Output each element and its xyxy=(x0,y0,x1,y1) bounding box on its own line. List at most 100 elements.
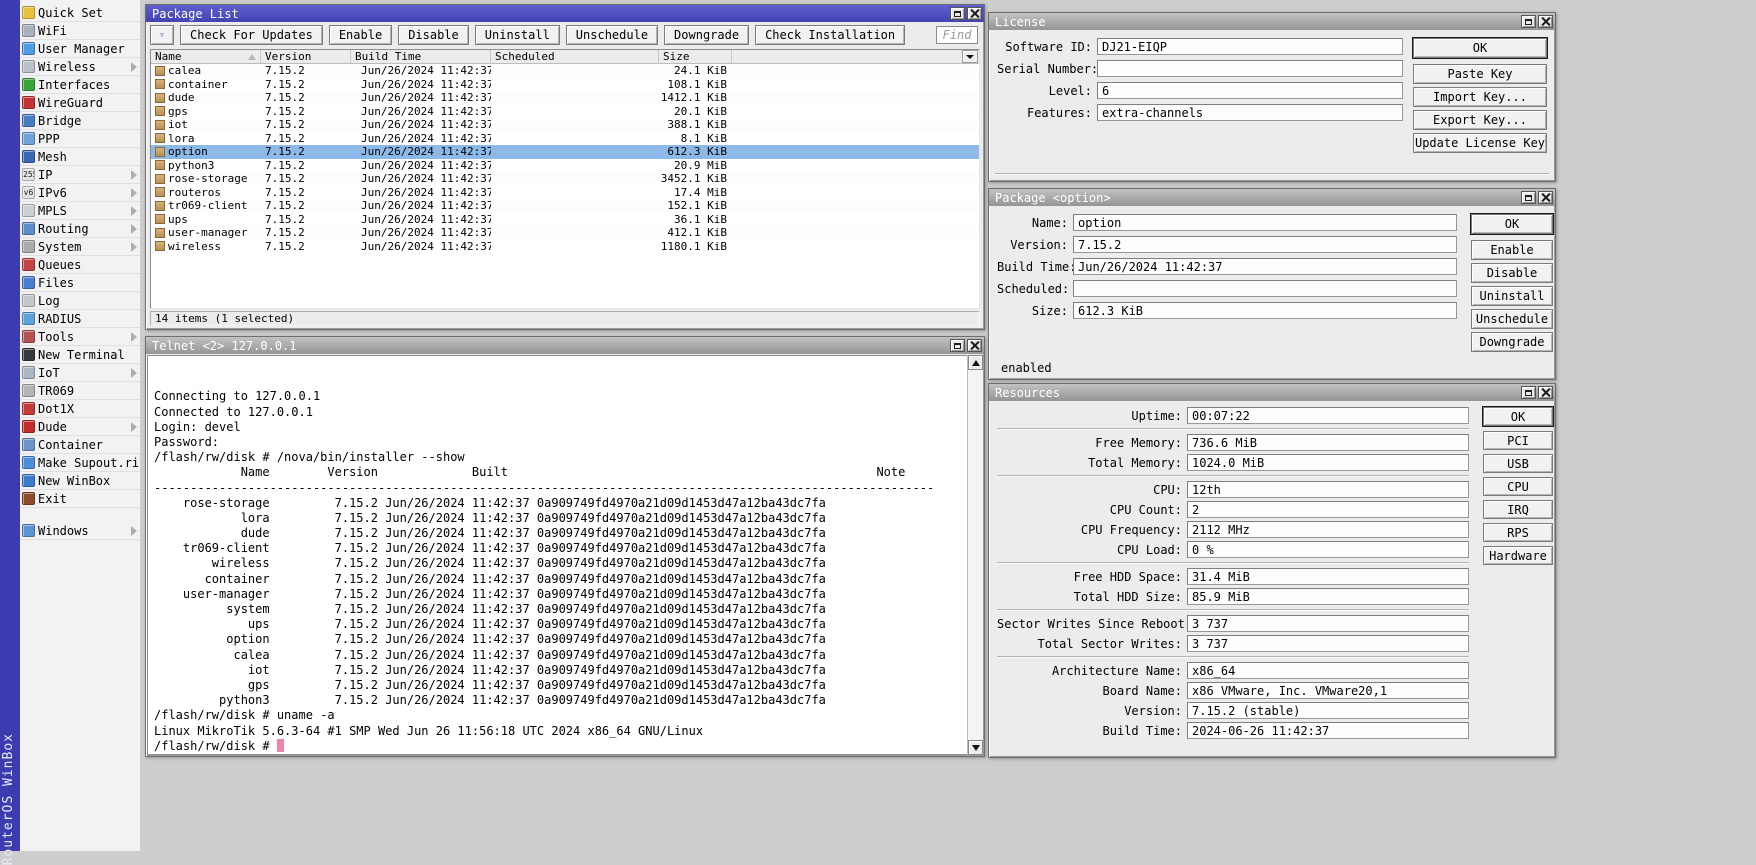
sidebar-item-user-manager[interactable]: User Manager xyxy=(20,40,140,58)
sidebar-item-container[interactable]: Container xyxy=(20,436,140,454)
unschedule-button[interactable]: Unschedule xyxy=(1471,309,1553,329)
check-installation-button[interactable]: Check Installation xyxy=(755,25,905,45)
sidebar-item-ip[interactable]: 255IP xyxy=(20,166,140,184)
sidebar-item-bridge[interactable]: Bridge xyxy=(20,112,140,130)
total-hdd-size-input[interactable]: 85.9 MiB xyxy=(1187,588,1469,605)
maximize-button[interactable] xyxy=(1521,191,1536,204)
sidebar-item-dude[interactable]: Dude xyxy=(20,418,140,436)
sidebar-item-exit[interactable]: Exit xyxy=(20,490,140,508)
maximize-button[interactable] xyxy=(1521,15,1536,28)
terminal-scrollbar[interactable] xyxy=(967,355,983,755)
sidebar-item-quick-set[interactable]: Quick Set xyxy=(20,4,140,22)
sidebar-item-iot[interactable]: IoT xyxy=(20,364,140,382)
column-header-scheduled[interactable]: Scheduled xyxy=(491,50,659,63)
package-row-rose-storage[interactable]: rose-storage7.15.2Jun/26/2024 11:42:3734… xyxy=(151,172,979,186)
uninstall-button[interactable]: Uninstall xyxy=(1471,286,1553,306)
sidebar-item-wireless[interactable]: Wireless xyxy=(20,58,140,76)
cpu-count-input[interactable]: 2 xyxy=(1187,501,1469,518)
scroll-down-button[interactable] xyxy=(968,740,983,755)
ok-button[interactable]: OK xyxy=(1471,214,1553,234)
board-name-input[interactable]: x86 VMware, Inc. VMware20,1 xyxy=(1187,682,1469,699)
sector-writes-since-reboot-input[interactable]: 3 737 xyxy=(1187,615,1469,632)
version-input[interactable]: 7.15.2 xyxy=(1073,236,1457,253)
telnet-titlebar[interactable]: Telnet <2> 127.0.0.1 xyxy=(146,337,984,354)
cpu-input[interactable]: 12th xyxy=(1187,481,1469,498)
usb-button[interactable]: USB xyxy=(1483,454,1553,473)
sidebar-item-files[interactable]: Files xyxy=(20,274,140,292)
cpu-frequency-input[interactable]: 2112 MHz xyxy=(1187,521,1469,538)
ok-button[interactable]: OK xyxy=(1483,407,1553,426)
check-for-updates-button[interactable]: Check For Updates xyxy=(180,25,323,45)
uptime-input[interactable]: 00:07:22 xyxy=(1187,407,1469,424)
package-row-routeros[interactable]: routeros7.15.2Jun/26/2024 11:42:3717.4 M… xyxy=(151,186,979,200)
sidebar-item-windows[interactable]: Windows xyxy=(20,522,140,540)
sidebar-item-ipv6[interactable]: v6IPv6 xyxy=(20,184,140,202)
build-time-input[interactable]: 2024-06-26 11:42:37 xyxy=(1187,722,1469,739)
export-key-button[interactable]: Export Key... xyxy=(1413,110,1547,130)
sidebar-item-dot1x[interactable]: Dot1X xyxy=(20,400,140,418)
irq-button[interactable]: IRQ xyxy=(1483,500,1553,519)
sidebar-item-mpls[interactable]: MPLS xyxy=(20,202,140,220)
disable-button[interactable]: Disable xyxy=(398,25,469,45)
uninstall-button[interactable]: Uninstall xyxy=(475,25,560,45)
package-row-calea[interactable]: calea7.15.2Jun/26/2024 11:42:3724.1 KiB xyxy=(151,64,979,78)
enable-button[interactable]: Enable xyxy=(1471,240,1553,260)
column-header-build-time[interactable]: Build Time xyxy=(351,50,491,63)
size-input[interactable]: 612.3 KiB xyxy=(1073,302,1457,319)
downgrade-button[interactable]: Downgrade xyxy=(664,25,749,45)
maximize-button[interactable] xyxy=(1521,386,1536,399)
resources-titlebar[interactable]: Resources xyxy=(989,384,1555,401)
software-id-input[interactable]: DJ21-EIQP xyxy=(1097,38,1403,55)
sidebar-item-interfaces[interactable]: Interfaces xyxy=(20,76,140,94)
package-row-tr069-client[interactable]: tr069-client7.15.2Jun/26/2024 11:42:3715… xyxy=(151,199,979,213)
sidebar-item-routing[interactable]: Routing xyxy=(20,220,140,238)
sidebar-item-tools[interactable]: Tools xyxy=(20,328,140,346)
disable-button[interactable]: Disable xyxy=(1471,263,1553,283)
close-button[interactable] xyxy=(1538,386,1553,399)
find-input[interactable] xyxy=(936,26,978,44)
level-input[interactable]: 6 xyxy=(1097,82,1403,99)
sidebar-item-wireguard[interactable]: WireGuard xyxy=(20,94,140,112)
package-row-ups[interactable]: ups7.15.2Jun/26/2024 11:42:3736.1 KiB xyxy=(151,213,979,227)
package-list-titlebar[interactable]: Package List xyxy=(146,5,984,22)
hardware-button[interactable]: Hardware xyxy=(1483,546,1553,565)
column-header-size[interactable]: Size xyxy=(659,50,732,63)
close-button[interactable] xyxy=(1538,191,1553,204)
package-row-gps[interactable]: gps7.15.2Jun/26/2024 11:42:3720.1 KiB xyxy=(151,105,979,119)
sidebar-item-ppp[interactable]: PPP xyxy=(20,130,140,148)
package-option-titlebar[interactable]: Package <option> xyxy=(989,189,1555,206)
cpu-button[interactable]: CPU xyxy=(1483,477,1553,496)
free-memory-input[interactable]: 736.6 MiB xyxy=(1187,434,1469,451)
features-input[interactable]: extra-channels xyxy=(1097,104,1403,121)
sidebar-item-radius[interactable]: RADIUS xyxy=(20,310,140,328)
column-select-dropdown[interactable] xyxy=(962,50,978,63)
unschedule-button[interactable]: Unschedule xyxy=(566,25,658,45)
package-row-iot[interactable]: iot7.15.2Jun/26/2024 11:42:37388.1 KiB xyxy=(151,118,979,132)
package-row-python3[interactable]: python37.15.2Jun/26/2024 11:42:3720.9 Mi… xyxy=(151,159,979,173)
maximize-button[interactable] xyxy=(950,7,965,20)
serial-number-input[interactable] xyxy=(1097,60,1403,77)
filter-button[interactable] xyxy=(150,25,174,45)
ok-button[interactable]: OK xyxy=(1413,38,1547,58)
total-memory-input[interactable]: 1024.0 MiB xyxy=(1187,454,1469,471)
sidebar-item-wifi[interactable]: WiFi xyxy=(20,22,140,40)
column-header-version[interactable]: Version xyxy=(261,50,351,63)
sidebar-item-log[interactable]: Log xyxy=(20,292,140,310)
package-row-lora[interactable]: lora7.15.2Jun/26/2024 11:42:378.1 KiB xyxy=(151,132,979,146)
close-button[interactable] xyxy=(967,7,982,20)
package-row-container[interactable]: container7.15.2Jun/26/2024 11:42:37108.1… xyxy=(151,78,979,92)
package-row-option[interactable]: option7.15.2Jun/26/2024 11:42:37612.3 Ki… xyxy=(151,145,979,159)
close-button[interactable] xyxy=(1538,15,1553,28)
sidebar-item-make-supout-rif[interactable]: Make Supout.rif xyxy=(20,454,140,472)
total-sector-writes-input[interactable]: 3 737 xyxy=(1187,635,1469,652)
build-time-input[interactable]: Jun/26/2024 11:42:37 xyxy=(1073,258,1457,275)
pci-button[interactable]: PCI xyxy=(1483,431,1553,450)
free-hdd-space-input[interactable]: 31.4 MiB xyxy=(1187,568,1469,585)
sidebar-item-queues[interactable]: Queues xyxy=(20,256,140,274)
import-key-button[interactable]: Import Key... xyxy=(1413,87,1547,107)
scheduled-input[interactable] xyxy=(1073,280,1457,297)
package-row-wireless[interactable]: wireless7.15.2Jun/26/2024 11:42:371180.1… xyxy=(151,240,979,254)
sidebar-item-new-winbox[interactable]: New WinBox xyxy=(20,472,140,490)
maximize-button[interactable] xyxy=(950,339,965,352)
license-titlebar[interactable]: License xyxy=(989,13,1555,30)
